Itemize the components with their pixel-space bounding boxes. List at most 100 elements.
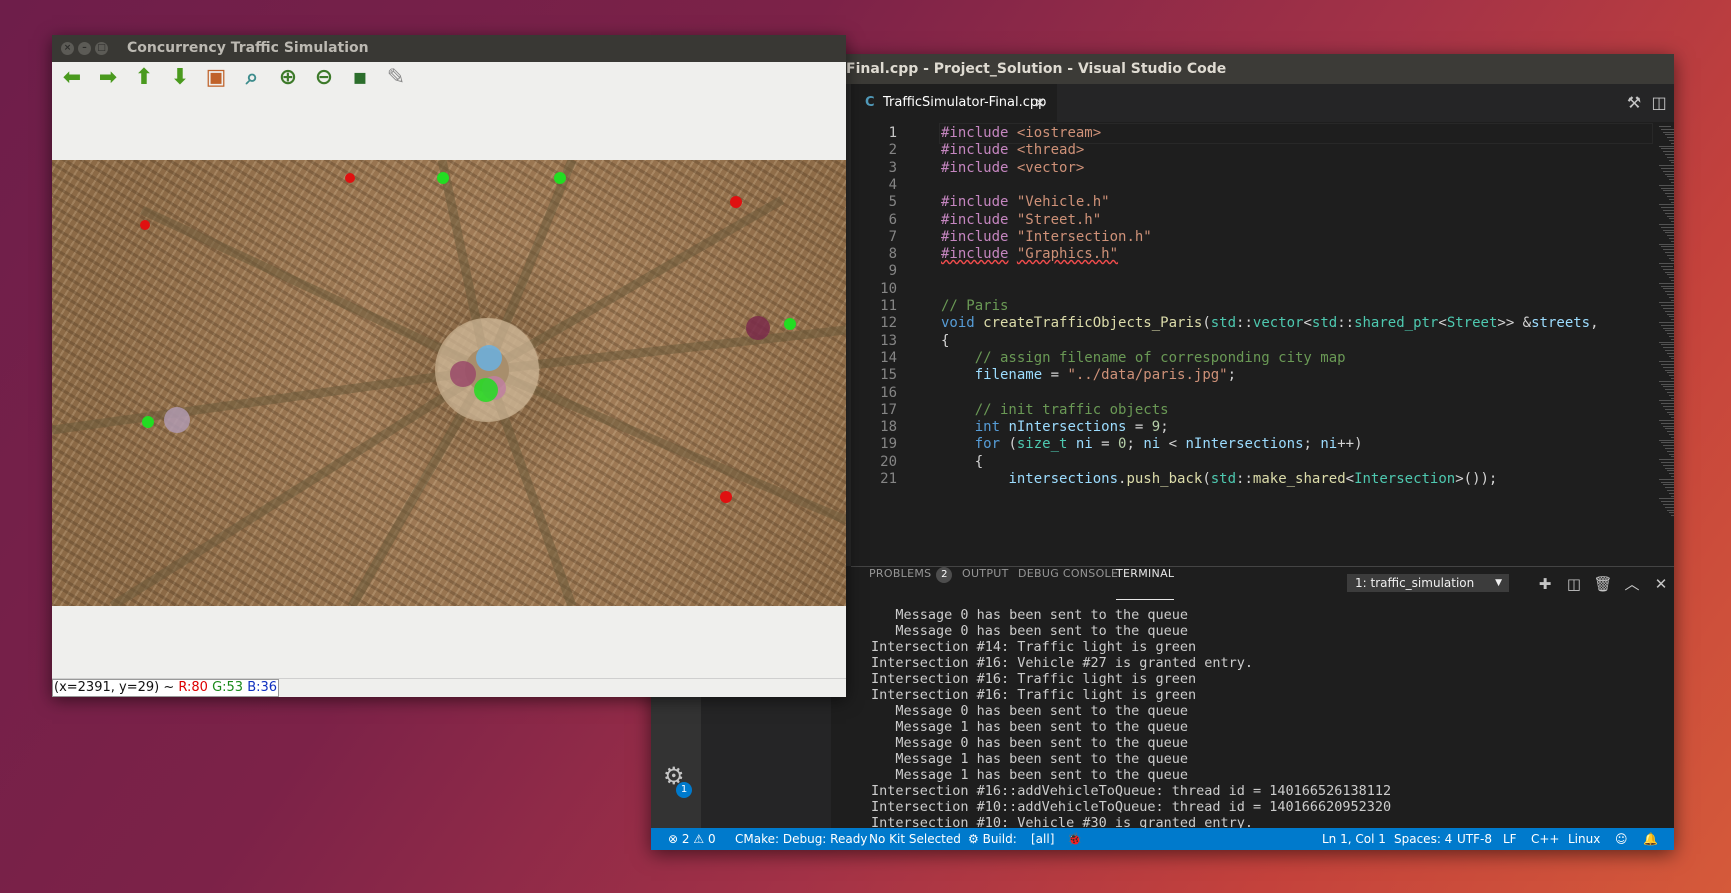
terminal-selector[interactable]: 1: traffic_simulation ▼ <box>1347 574 1509 592</box>
save-icon[interactable]: ▪ <box>346 64 374 92</box>
build-hammer-icon[interactable]: ⚒ <box>1621 84 1647 122</box>
terminal-line: Message 0 has been sent to the queue <box>871 607 1188 623</box>
code-line[interactable]: #include "Intersection.h" <box>941 228 1152 247</box>
zoom-region-icon[interactable]: ⌕ <box>238 64 266 92</box>
debug-bug-icon[interactable]: 🐞 <box>1067 828 1082 850</box>
vehicle <box>164 407 190 433</box>
split-editor-icon[interactable]: ◫ <box>1646 84 1672 122</box>
code-line[interactable]: #include "Street.h" <box>941 211 1101 230</box>
maximize-panel-icon[interactable]: ︿ <box>1621 573 1643 595</box>
code-line[interactable]: // assign filename of corresponding city… <box>941 349 1346 368</box>
minimap-line <box>1665 467 1674 469</box>
minimap-line <box>1671 240 1674 242</box>
minimap-line <box>1665 310 1674 312</box>
code-line[interactable]: { <box>941 332 949 351</box>
line-number: 8 <box>888 246 897 263</box>
build-button[interactable]: ⚙ Build: <box>968 828 1017 850</box>
code-line[interactable]: #include <iostream> <box>941 124 1101 143</box>
tab-problems[interactable]: PROBLEMS 2 <box>869 567 953 599</box>
minimap[interactable] <box>1653 122 1674 566</box>
paris-city-map[interactable] <box>52 160 846 606</box>
minimap-line <box>1669 473 1674 475</box>
notifications-bell-icon[interactable]: 🔔 <box>1643 828 1658 850</box>
avenue <box>109 366 490 606</box>
minimap-line <box>1665 350 1674 351</box>
minimap-line <box>1665 487 1674 489</box>
language-mode[interactable]: C++ <box>1531 828 1560 850</box>
minimap-line <box>1671 417 1674 419</box>
tab-terminal[interactable]: TERMINAL <box>1116 567 1175 600</box>
code-line[interactable]: intersections.push_back(std::make_shared… <box>941 470 1497 489</box>
minimap-line <box>1671 436 1674 438</box>
minimap-line <box>1659 126 1671 127</box>
minimap-line <box>1659 459 1674 461</box>
arrow-right-icon[interactable]: ➡ <box>94 64 122 92</box>
kit-status[interactable]: No Kit Selected <box>869 828 961 850</box>
tab-output[interactable]: OUTPUT <box>962 567 1009 599</box>
properties-icon[interactable]: ✎ <box>382 64 410 92</box>
code-line[interactable]: int nIntersections = 9; <box>941 418 1169 437</box>
maximize-window-icon[interactable]: □ <box>95 42 108 55</box>
split-terminal-icon[interactable]: ◫ <box>1563 573 1585 595</box>
zoom-out-icon[interactable]: ⊖ <box>310 64 338 92</box>
map-overlay <box>52 160 846 606</box>
minimap-line <box>1659 282 1674 284</box>
cmake-status[interactable]: CMake: Debug: Ready <box>735 828 867 850</box>
code-line[interactable]: filename = "../data/paris.jpg"; <box>941 366 1236 385</box>
close-panel-icon[interactable]: ✕ <box>1650 573 1672 595</box>
settings-badge: 1 <box>676 782 692 798</box>
build-target[interactable]: [all] <box>1031 828 1054 850</box>
feedback-smiley-icon[interactable]: ☺ <box>1615 828 1628 850</box>
simulation-titlebar[interactable]: × – □ Concurrency Traffic Simulation <box>52 35 846 62</box>
cursor-position[interactable]: Ln 1, Col 1 <box>1322 828 1386 850</box>
minimap-line <box>1665 369 1674 371</box>
close-window-icon[interactable]: × <box>61 42 74 55</box>
encoding[interactable]: UTF-8 <box>1457 828 1492 850</box>
minimap-line <box>1661 128 1674 130</box>
minimap-line <box>1659 145 1674 147</box>
minimap-line <box>1661 266 1673 267</box>
minimap-line <box>1669 336 1674 337</box>
code-editor[interactable]: 1 #include <iostream> 2 #include <thread> 3 #… <box>851 122 1653 566</box>
code-line[interactable]: void createTrafficObjects_Paris(std::vec… <box>941 314 1599 333</box>
code-line[interactable]: #include "Graphics.h" <box>941 245 1118 264</box>
terminal-line: Message 1 has been sent to the queue <box>871 719 1188 735</box>
code-line[interactable]: { <box>941 453 983 472</box>
arrow-down-icon[interactable]: ⬇ <box>166 64 194 92</box>
minimap-line <box>1659 184 1674 186</box>
minimap-line <box>1663 504 1674 505</box>
arrow-up-icon[interactable]: ⬆ <box>130 64 158 92</box>
problems-status[interactable]: ⊗ 2 ⚠ 0 <box>668 828 716 850</box>
zoom-in-icon[interactable]: ⊕ <box>274 64 302 92</box>
more-actions-icon[interactable]: ⋯ <box>1673 84 1674 122</box>
platform[interactable]: Linux <box>1568 828 1600 850</box>
zoom-fit-icon[interactable]: ▣ <box>202 64 230 92</box>
minimap-line <box>1659 498 1674 500</box>
pixel-info-status: (x=2391, y=29) ~ R:80 G:53 B:36 <box>52 678 846 697</box>
minimap-line <box>1659 322 1674 323</box>
minimap-line <box>1671 456 1674 458</box>
traffic-light-red <box>730 196 742 208</box>
minimap-line <box>1663 151 1674 153</box>
arrow-left-icon[interactable]: ⬅ <box>58 64 86 92</box>
code-line[interactable]: // init traffic objects <box>941 401 1169 420</box>
traffic-simulation-window: × – □ Concurrency Traffic Simulation ⬅ ➡ ⬆… <box>52 35 846 697</box>
code-line[interactable]: #include <vector> <box>941 159 1084 178</box>
indentation[interactable]: Spaces: 4 <box>1394 828 1452 850</box>
terminal-output[interactable]: Message 0 has been sent to the queue Mes… <box>871 607 1664 850</box>
code-line[interactable]: for (size_t ni = 0; ni < nIntersections;… <box>941 435 1363 454</box>
tab-close-icon[interactable]: × <box>1034 84 1046 122</box>
minimap-line <box>1669 198 1674 200</box>
kill-terminal-icon[interactable]: 🗑 <box>1592 573 1614 595</box>
code-line[interactable]: #include "Vehicle.h" <box>941 193 1110 212</box>
tab-debug-console[interactable]: DEBUG CONSOLE <box>1018 567 1118 599</box>
new-terminal-icon[interactable]: ✚ <box>1534 573 1556 595</box>
minimize-window-icon[interactable]: – <box>78 42 91 55</box>
minimap-line <box>1661 246 1674 248</box>
code-line[interactable]: #include <thread> <box>941 141 1084 160</box>
line-number: 5 <box>888 194 897 211</box>
code-line[interactable]: // Paris <box>941 297 1008 316</box>
c-file-icon: C <box>865 95 875 110</box>
line-ending[interactable]: LF <box>1503 828 1517 850</box>
tab-trafficsimulator-final[interactable]: C TrafficSimulator-Final.cpp × <box>851 84 1057 122</box>
